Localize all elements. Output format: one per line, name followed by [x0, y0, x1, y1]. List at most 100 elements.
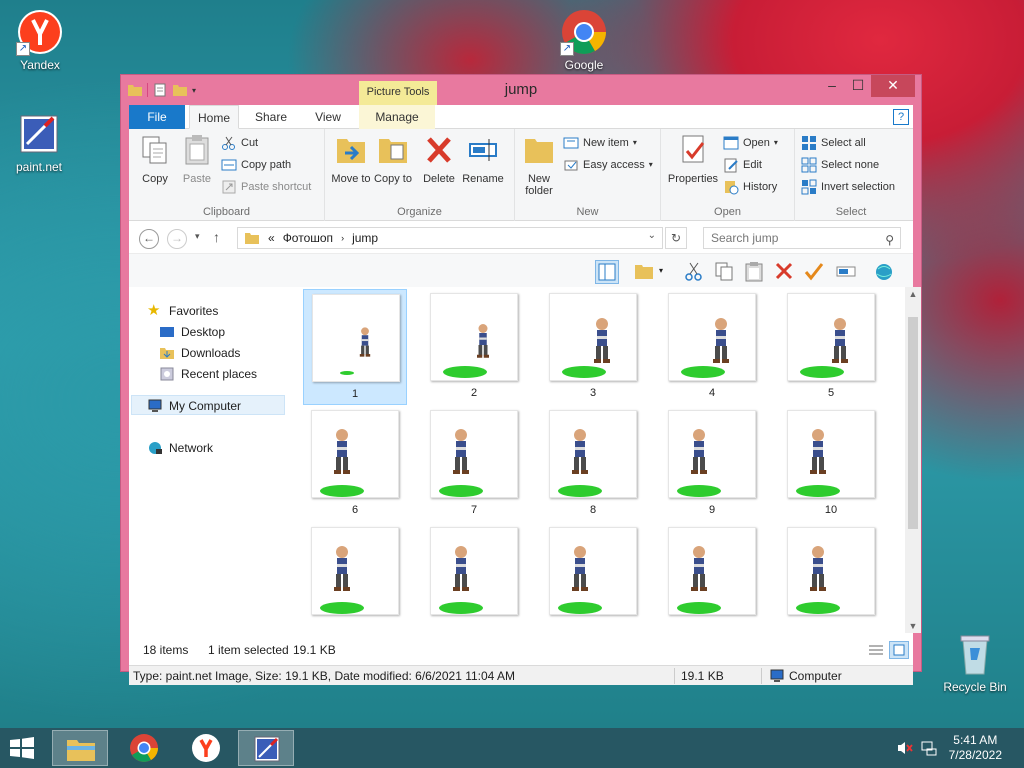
file-thumbnail[interactable] [303, 523, 407, 633]
rename-button[interactable]: Rename [461, 133, 505, 185]
scrollbar-thumb[interactable] [908, 317, 918, 529]
file-thumbnail[interactable]: 6 [303, 406, 407, 522]
start-button[interactable] [8, 736, 38, 760]
vertical-scrollbar[interactable]: ▲ ▼ [905, 287, 921, 633]
new-folder-label: New folder [525, 173, 553, 197]
globe-icon[interactable] [873, 260, 897, 284]
nav-desktop[interactable]: Desktop [159, 322, 225, 342]
folder-options-icon[interactable] [633, 260, 657, 284]
file-thumbnail[interactable]: 3 [541, 289, 645, 405]
address-bar[interactable]: « Фотошоп › jump ⌄ [237, 227, 663, 249]
file-thumbnail[interactable]: 10 [779, 406, 883, 522]
breadcrumb-item[interactable]: jump [352, 231, 378, 245]
open-icon [723, 136, 739, 150]
file-thumbnail[interactable] [422, 523, 526, 633]
preview-pane-icon[interactable] [595, 260, 619, 284]
file-thumbnail[interactable] [660, 523, 764, 633]
nav-my-computer[interactable]: My Computer [147, 396, 241, 416]
volume-muted-icon[interactable] [896, 740, 914, 756]
file-thumbnail[interactable]: 2 [422, 289, 526, 405]
easy-access-button[interactable]: Easy access ▾ [563, 155, 653, 175]
breadcrumb-item[interactable]: Фотошоп [283, 231, 333, 245]
network-status-icon[interactable] [920, 740, 938, 756]
clock[interactable]: 5:41 AM 7/28/2022 [949, 733, 1002, 763]
scissors-icon[interactable] [683, 260, 707, 284]
navigation-bar: ← → ▾ ↑ « Фотошоп › jump ⌄ ↻ Search jump… [129, 221, 913, 253]
search-icon: ⚲ [885, 233, 894, 247]
delete-button[interactable]: Delete [417, 133, 461, 185]
open-button[interactable]: Open ▾ [723, 133, 778, 153]
breadcrumb-separator-icon[interactable]: › [341, 233, 344, 243]
open-group-label: Open [714, 206, 741, 218]
nav-downloads[interactable]: Downloads [159, 343, 240, 363]
properties-button[interactable]: Properties [665, 133, 721, 185]
nav-label: Network [169, 441, 214, 455]
scroll-up-icon[interactable]: ▲ [905, 289, 921, 299]
paste-button[interactable]: Paste [175, 133, 219, 185]
file-thumbnail[interactable]: 8 [541, 406, 645, 522]
desktop-icon-google[interactable]: ↗ Google [546, 8, 622, 72]
copy-path-button[interactable]: Copy path [221, 155, 291, 175]
file-thumbnail[interactable]: 5 [779, 289, 883, 405]
recent-locations-icon[interactable]: ▾ [195, 231, 200, 242]
nav-label: Desktop [181, 325, 226, 339]
search-input[interactable]: Search jump ⚲ [703, 227, 901, 249]
paste-shortcut-button[interactable]: Paste shortcut [221, 177, 311, 197]
tab-home[interactable]: Home [189, 105, 239, 129]
cut-button[interactable]: Cut [221, 133, 258, 153]
new-folder-button[interactable]: New folder [517, 133, 561, 197]
file-thumbnail[interactable]: 4 [660, 289, 764, 405]
image-preview [430, 527, 518, 615]
copy-icon[interactable] [713, 260, 737, 284]
details-view-icon[interactable] [867, 642, 885, 658]
checkmark-icon[interactable] [803, 260, 827, 284]
copy-to-button[interactable]: Copy to [371, 133, 415, 185]
tab-view[interactable]: View [305, 105, 351, 129]
breadcrumb-overflow[interactable]: « [268, 231, 275, 245]
select-none-button[interactable]: Select none [801, 155, 879, 175]
select-all-button[interactable]: Select all [801, 133, 866, 153]
refresh-button[interactable]: ↻ [665, 227, 687, 249]
folder-options-dropdown-icon[interactable]: ▾ [659, 266, 663, 275]
tab-manage[interactable]: Manage [359, 105, 435, 129]
forward-button[interactable]: → [167, 229, 187, 249]
scroll-down-icon[interactable]: ▼ [905, 621, 921, 631]
paste-icon[interactable] [743, 260, 767, 284]
file-thumbnail[interactable] [779, 523, 883, 633]
file-thumbnail[interactable]: 9 [660, 406, 764, 522]
taskbar-yandex[interactable] [178, 730, 234, 766]
history-button[interactable]: History [723, 177, 777, 197]
move-to-button[interactable]: Move to [329, 133, 373, 185]
taskbar-chrome[interactable] [116, 730, 172, 766]
nav-favorites[interactable]: ★ Favorites [147, 301, 218, 321]
tab-share[interactable]: Share [246, 105, 296, 129]
rename-icon[interactable] [835, 260, 859, 284]
desktop-icon-paintnet[interactable]: paint.net [1, 110, 77, 174]
file-thumbnail[interactable] [541, 523, 645, 633]
file-thumbnail[interactable]: 1 [303, 289, 407, 405]
help-icon[interactable]: ? [893, 109, 909, 125]
nav-recent-places[interactable]: Recent places [159, 364, 257, 384]
minimize-button[interactable]: – [819, 75, 845, 97]
maximize-button[interactable]: ☐ [845, 75, 871, 97]
copy-button[interactable]: Copy [133, 133, 177, 185]
taskbar-file-explorer[interactable] [52, 730, 108, 766]
address-dropdown-icon[interactable]: ⌄ [648, 230, 656, 241]
delete-icon[interactable] [773, 260, 797, 284]
new-item-button[interactable]: New item ▾ [563, 133, 637, 153]
file-thumbnail[interactable]: 7 [422, 406, 526, 522]
back-button[interactable]: ← [139, 229, 159, 249]
nav-network[interactable]: Network [147, 438, 213, 458]
large-icons-view-icon[interactable] [889, 641, 909, 659]
invert-selection-button[interactable]: Invert selection [801, 177, 895, 197]
copy-icon [142, 136, 167, 164]
paintnet-icon [254, 736, 280, 762]
up-button[interactable]: ↑ [213, 229, 220, 245]
edit-button[interactable]: Edit [723, 155, 762, 175]
close-button[interactable]: ✕ [871, 75, 915, 97]
desktop-icon-recycle-bin[interactable]: Recycle Bin [937, 630, 1013, 694]
tab-file[interactable]: File [129, 105, 185, 129]
taskbar-paintnet[interactable] [238, 730, 294, 766]
title-bar[interactable]: ▾ Picture Tools jump – ☐ ✕ [121, 75, 921, 109]
desktop-icon-yandex[interactable]: ↗ Yandex [2, 8, 78, 72]
